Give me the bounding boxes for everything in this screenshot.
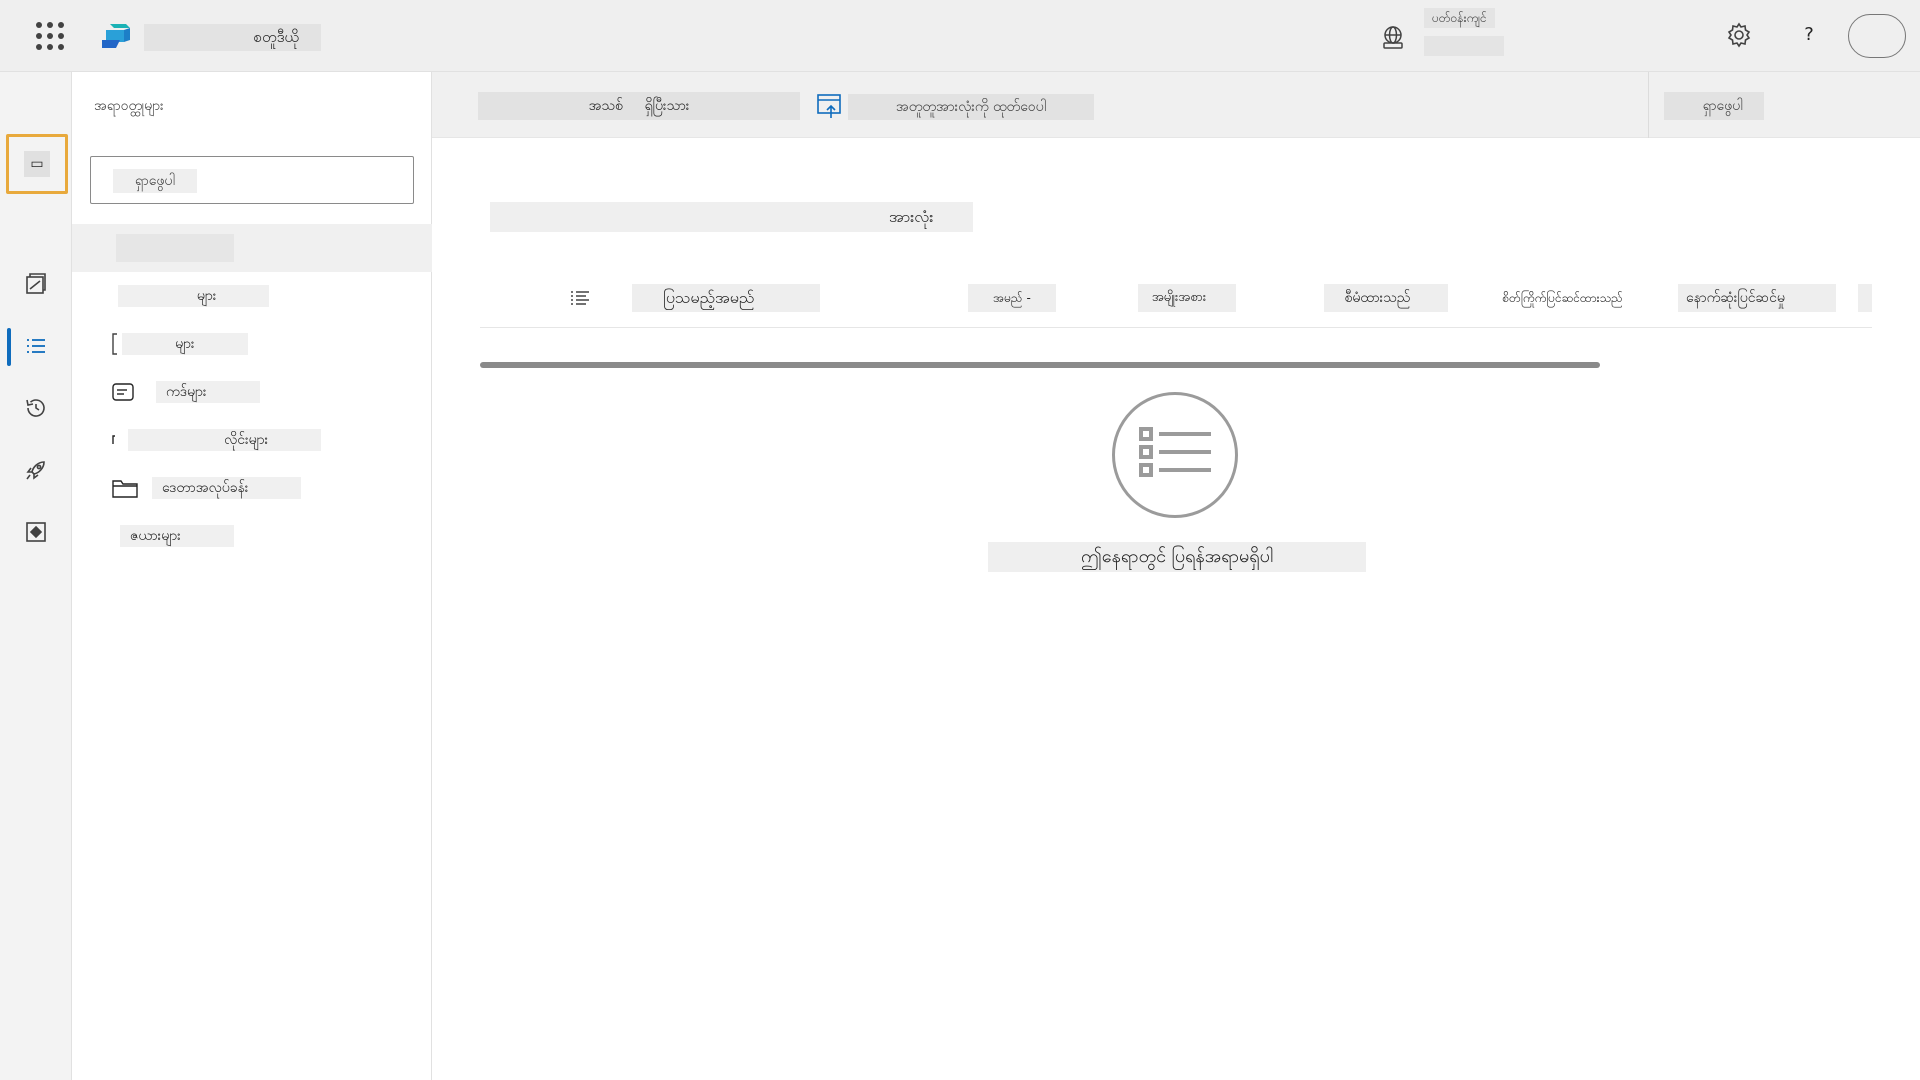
history-icon	[26, 399, 45, 417]
bracket-icon	[112, 333, 122, 355]
sidebar-item-label: ᅟ ᅟᅟᅟᅟᅟ လိုင်းများ ᅟᅟᅟ	[128, 429, 322, 451]
column-customized[interactable]: စိတ်ကြိုက်ပြင်ဆင်ထားသည် ᅟ	[1498, 284, 1642, 312]
list-icon	[27, 339, 45, 353]
column-type[interactable]: အမျိုးအစား ᅟ	[1138, 284, 1236, 312]
collapse-nav-button[interactable]: ᅟ	[20, 96, 52, 128]
collapse-panel-button[interactable]: ᅟ	[390, 98, 402, 117]
command-separator	[1648, 72, 1649, 138]
app-logo-icon	[102, 24, 130, 48]
home-icon: ▭	[24, 151, 50, 177]
sidebar-item-cards[interactable]: ကဒ်များ ᅟᅟᅟ	[112, 378, 260, 406]
rail-small-label: ᅟᅟᅟ	[22, 229, 47, 239]
nav-apps[interactable]	[20, 268, 52, 300]
column-last-modified[interactable]: နောက်ဆုံးပြင်ဆင်မှု ᅟᅟᅟ ᅟ	[1678, 284, 1836, 334]
sidebar-item-label: ᅟᅟᅟ များ ᅟᅟᅟ	[122, 333, 248, 355]
environment-name[interactable]: ᅟᅟᅟᅟᅟᅟ	[1424, 36, 1504, 56]
apps-icon	[26, 273, 46, 294]
loading-progress-bar	[480, 362, 1600, 368]
nav-history[interactable]	[20, 392, 52, 424]
sidebar-item-dataverse[interactable]: ဒေတာအလုပ်ခန်း ᅟᅟᅟ	[112, 474, 302, 502]
command-search-button[interactable]: ᅟ ရှာဖွေပါ	[1664, 92, 1764, 120]
empty-state-message: ဤနေရာတွင် ပြရန်အရာမရှိပါ	[988, 542, 1366, 572]
active-nav-indicator	[7, 328, 11, 366]
table-header: ပြသမည့်အမည် ᅟᅟ အမည် - အမျိုးအစား ᅟ စီမံထ…	[480, 280, 1872, 334]
git-icon	[26, 522, 46, 542]
folder-icon	[112, 477, 152, 499]
nav-solutions[interactable]	[20, 330, 52, 362]
publish-icon[interactable]	[816, 92, 844, 120]
environment-globe-icon[interactable]	[1380, 24, 1406, 50]
app-title[interactable]: ᅟᅟᅟᅟᅟᅟ စတူဒီယို	[144, 24, 321, 51]
sidebar-item-1[interactable]: ᅟᅟᅟᅟᅟ များ ᅟᅟᅟ	[112, 282, 270, 310]
new-button[interactable]: ᅟ အသစ် ᅟ ရှိပြီးသား ᅟ	[478, 92, 800, 120]
empty-list-icon	[1139, 427, 1211, 477]
column-display-name[interactable]: ပြသမည့်အမည် ᅟᅟ	[632, 284, 820, 312]
sidebar-item-tables[interactable]: ဇယားများ ᅟᅟᅟ	[112, 522, 234, 550]
left-navigation-rail: ᅟ ▭ ᅟᅟᅟ	[0, 72, 72, 1080]
rocket-icon	[26, 461, 45, 480]
objects-heading: အရာဝတ္ထုများ	[94, 98, 164, 114]
nav-deploy[interactable]	[20, 454, 52, 486]
sidebar-item-4[interactable]: ᅟ ᅟᅟᅟᅟᅟ လိုင်းများ ᅟᅟᅟ	[112, 426, 322, 454]
search-placeholder: ရှာဖွေပါ	[113, 169, 197, 193]
publish-all-button[interactable]: အတူတူအားလုံးကို ထုတ်ဝေပါ	[848, 94, 1094, 120]
all-objects-label: ᅟᅟᅟ ᅟᅟᅟ	[116, 234, 234, 262]
nav-source-control[interactable]	[20, 516, 52, 548]
objects-search-input[interactable]: ရှာဖွေပါ	[90, 156, 414, 204]
empty-state-illustration	[1112, 392, 1238, 518]
highlighted-nav-item[interactable]: ▭	[6, 134, 68, 194]
sidebar-item-label: ဒေတာအလုပ်ခန်း ᅟᅟᅟ	[152, 477, 302, 499]
main-content: ᅟᅟᅟᅟᅟᅟᅟ ᅟᅟᅟᅟᅟᅟᅟᅟ ᅟᅟᅟᅟᅟᅟᅟ ᅟ အားလုံး ပြသမည…	[432, 138, 1920, 1080]
objects-panel: အရာဝတ္ထုများ ᅟ ရှာဖွေပါ ᅟᅟᅟ ᅟᅟᅟ ᅟᅟᅟᅟᅟ မျ…	[72, 72, 432, 1080]
environment-label: ပတ်ဝန်းကျင်	[1424, 8, 1495, 28]
column-more[interactable]: ᅟ	[1858, 284, 1872, 312]
sidebar-item-label: ဇယားများ ᅟᅟᅟ	[120, 525, 234, 547]
view-title[interactable]: ᅟᅟᅟᅟᅟᅟᅟ ᅟᅟᅟᅟᅟᅟᅟᅟ ᅟᅟᅟᅟᅟᅟᅟ ᅟ အားလုံး	[490, 202, 974, 232]
settings-gear-icon[interactable]	[1726, 22, 1752, 48]
help-icon[interactable]: ?	[1798, 22, 1820, 48]
list-view-icon[interactable]	[568, 284, 592, 312]
card-icon	[112, 381, 156, 403]
sidebar-item-label: ᅟᅟᅟᅟᅟ များ ᅟᅟᅟ	[118, 285, 270, 307]
all-objects-item[interactable]: ᅟᅟᅟ ᅟᅟᅟ	[72, 224, 432, 272]
sidebar-item-2[interactable]: ᅟᅟᅟ များ ᅟᅟᅟ	[112, 330, 248, 358]
top-bar: ᅟᅟᅟᅟᅟᅟ စတူဒီယို ပတ်ဝန်းကျင် ᅟᅟᅟᅟᅟᅟ ? ᅟᅟ …	[0, 0, 1920, 88]
user-avatar[interactable]: ᅟᅟ ᅟ	[1848, 14, 1906, 88]
command-bar: ᅟ အသစ် ᅟ ရှိပြီးသား ᅟ အတူတူအားလုံးကို ထု…	[432, 72, 1920, 138]
column-managed[interactable]: စီမံထားသည် ᅟ	[1324, 284, 1448, 312]
partial-icon	[112, 429, 128, 451]
sidebar-item-label: ကဒ်များ ᅟᅟᅟ	[156, 381, 260, 403]
app-launcher-icon[interactable]	[36, 22, 64, 50]
column-name[interactable]: အမည် -	[968, 284, 1056, 312]
